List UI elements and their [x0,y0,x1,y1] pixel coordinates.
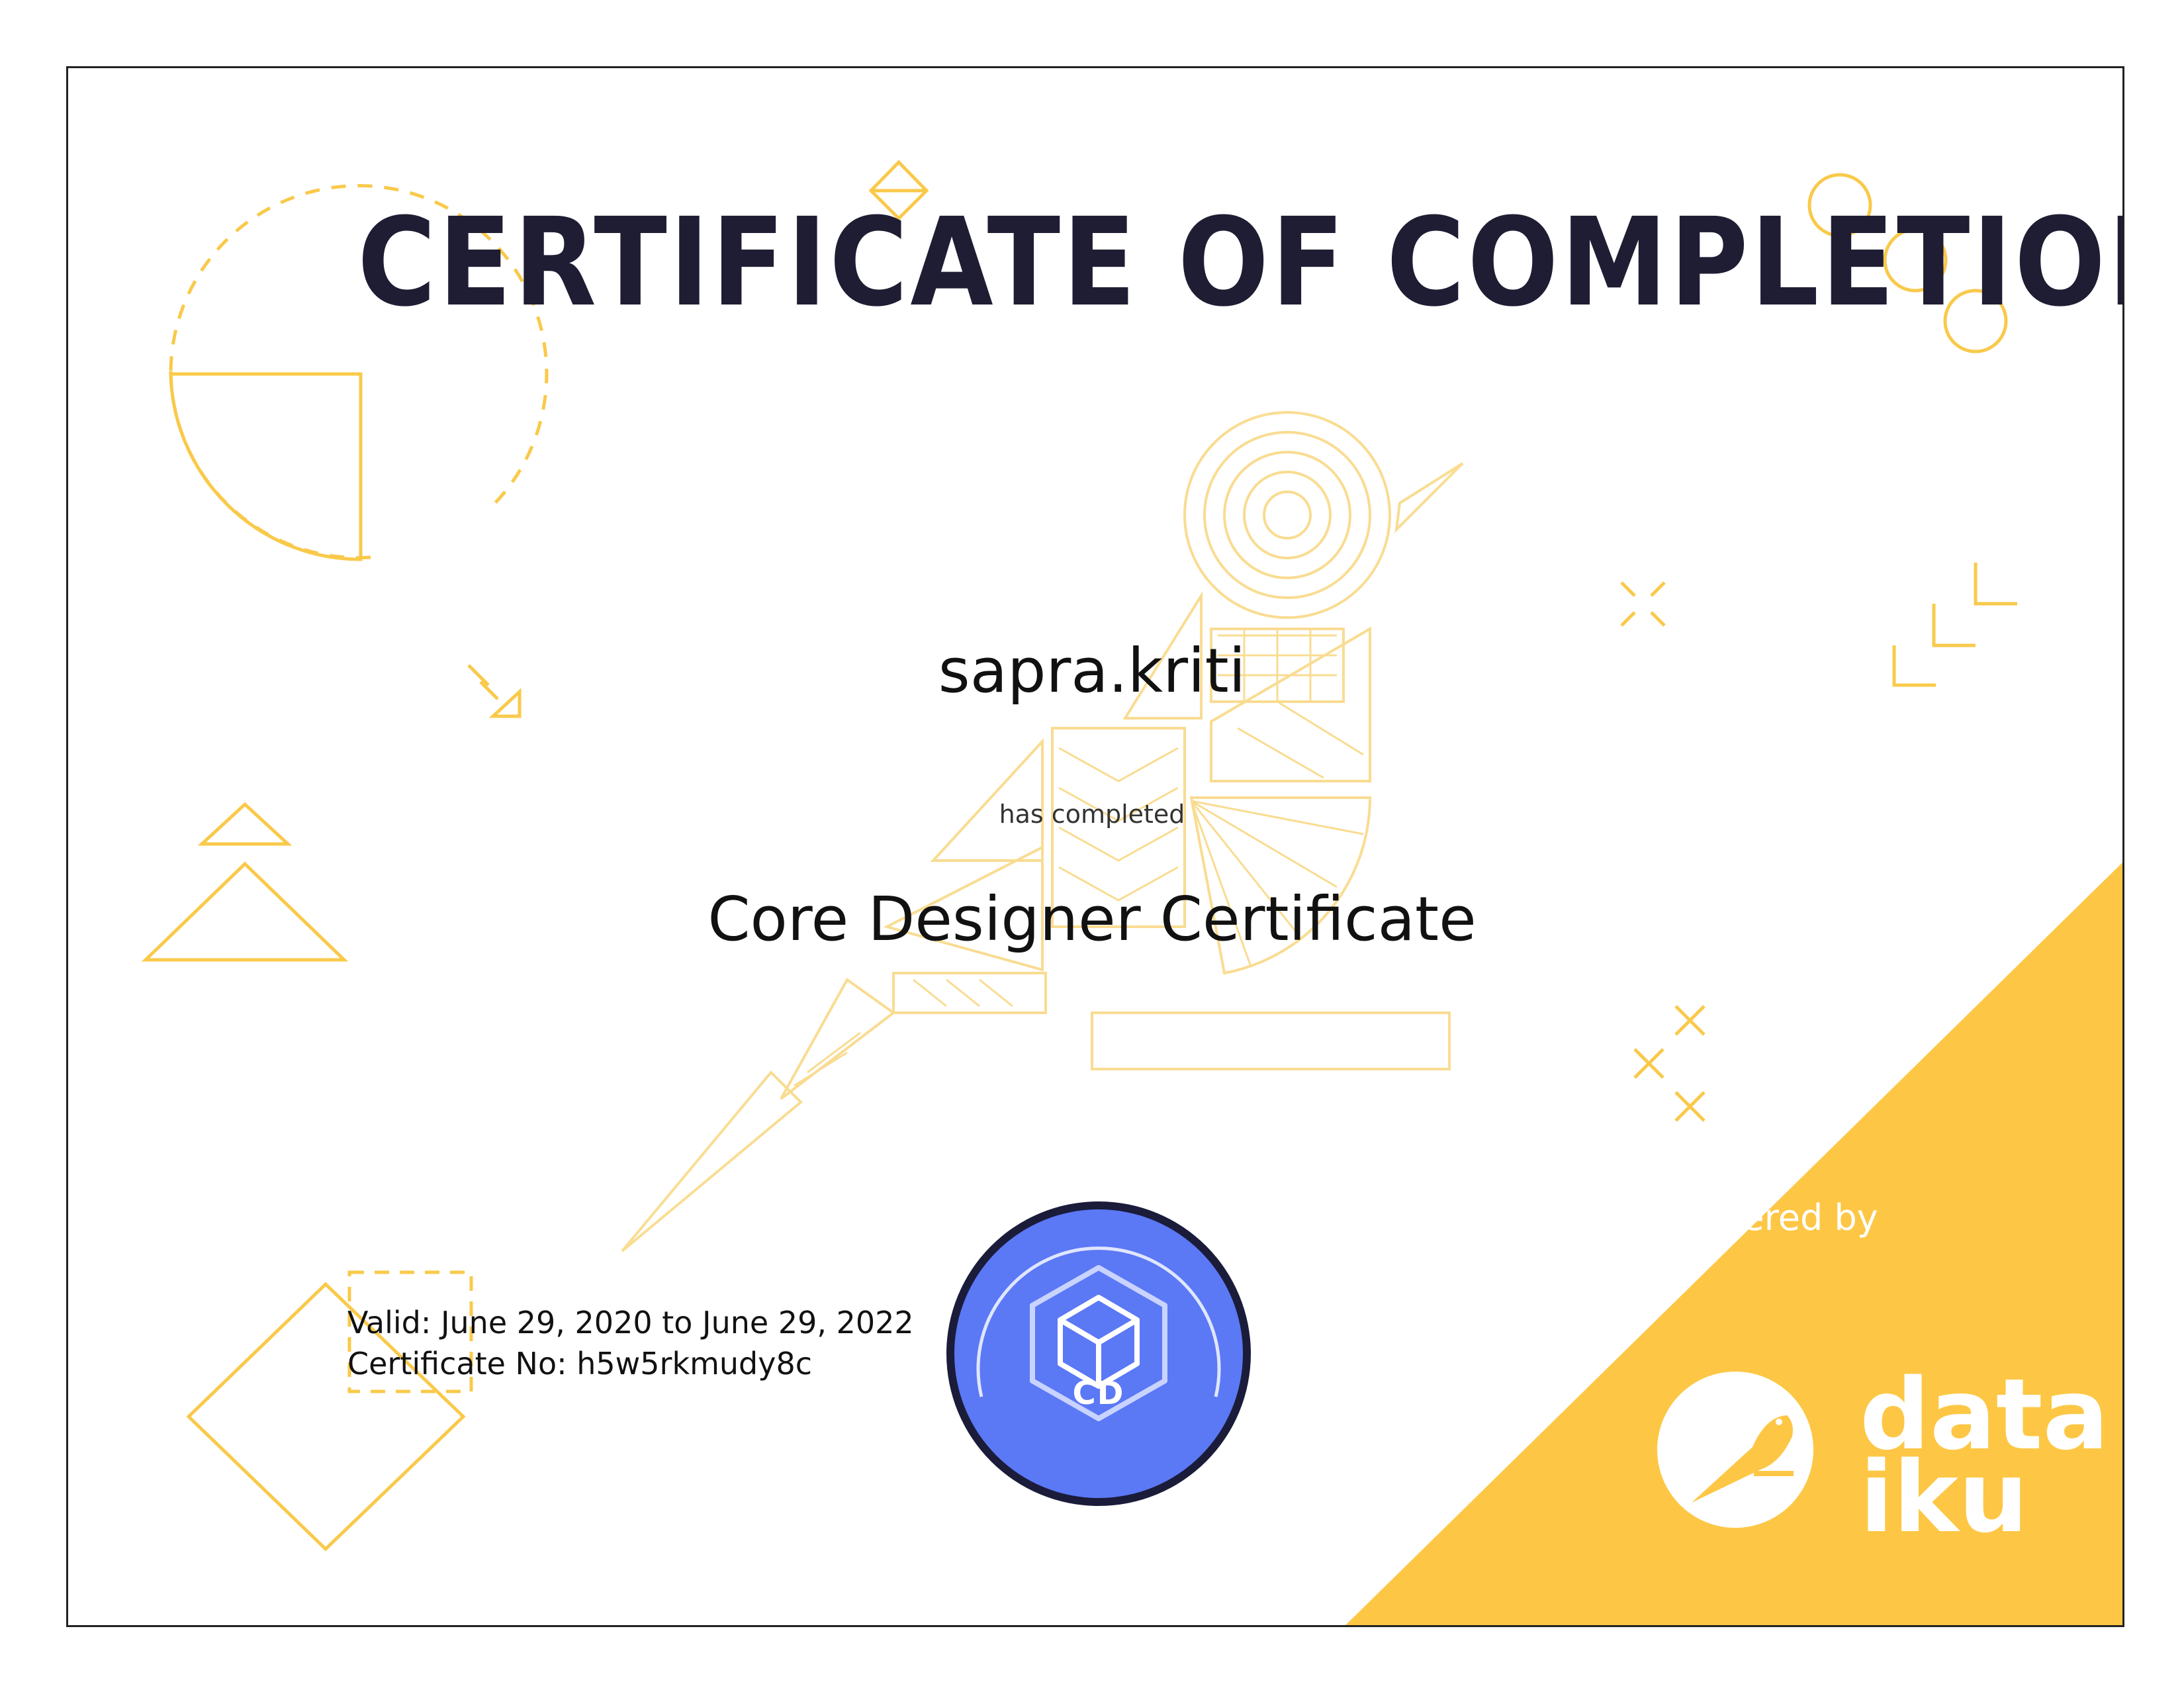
offered-by-label: offered by [1696,1197,1878,1239]
x-marks-decoration [1633,1005,1706,1122]
bird-icon [1657,1372,1813,1528]
course-name: Core Designer Certificate [707,884,1477,955]
certificate-frame: CERTIFICATE OF COMPLETION sapra.kriti ha… [66,66,2124,1627]
recipient-name: sapra.kriti [938,635,1246,706]
bird-watermark-decoration [621,411,1464,1252]
certificate-number: Certificate No: h5w5rkmudy8c [347,1346,813,1382]
validity-dates: Valid: June 29, 2020 to June 29, 2022 [347,1305,914,1340]
completed-label: has completed [999,800,1185,829]
certificate-title: CERTIFICATE OF COMPLETION [357,192,2124,334]
dataiku-logo-line2: iku [1860,1440,2028,1554]
badge-label: CD [1072,1375,1125,1412]
triangle-decoration [197,802,293,846]
badge [946,1201,1251,1506]
